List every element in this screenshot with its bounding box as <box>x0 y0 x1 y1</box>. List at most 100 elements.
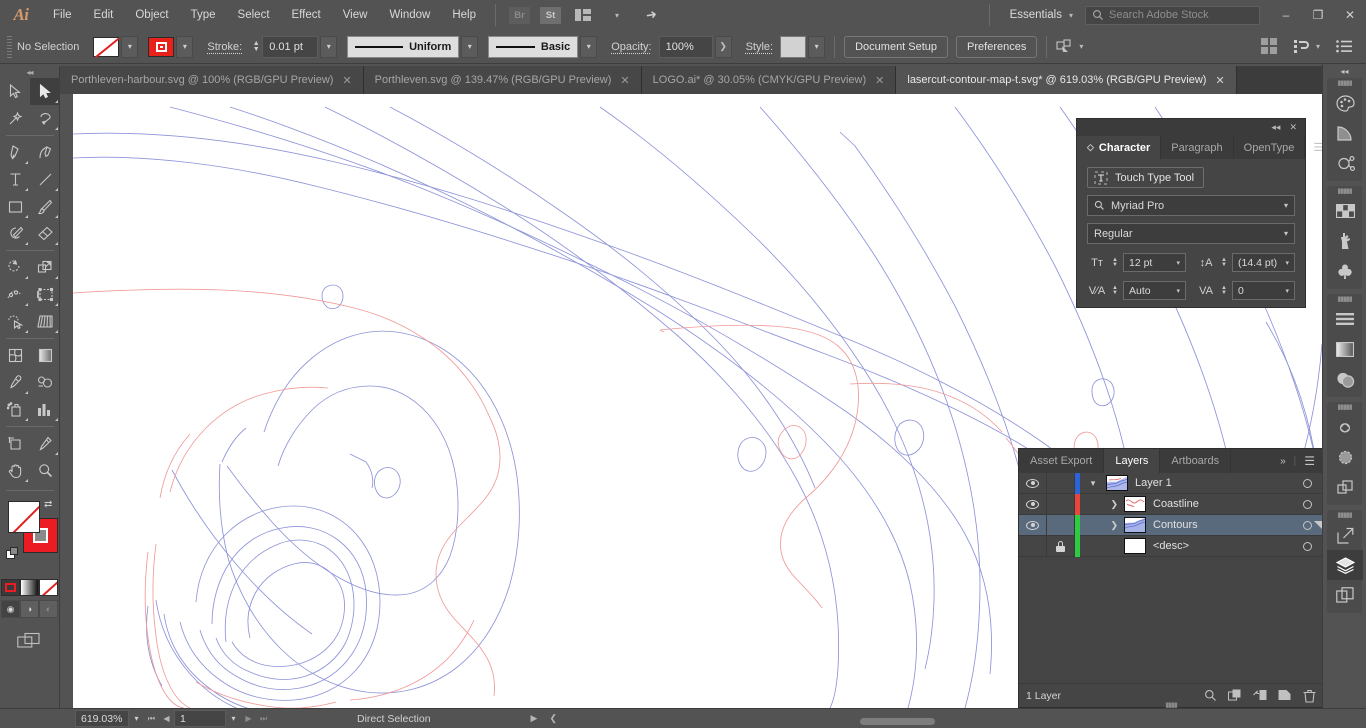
opacity-input[interactable]: 100% <box>658 35 713 58</box>
close-icon[interactable]: ✕ <box>1215 74 1224 87</box>
touch-type-tool-button[interactable]: Touch Type Tool <box>1087 167 1205 188</box>
zoom-level-input[interactable]: 619.03% <box>75 710 129 727</box>
line-segment-tool[interactable] <box>30 166 60 193</box>
magic-wand-tool[interactable] <box>0 105 30 132</box>
stroke-profile-dropdown[interactable]: ▾ <box>461 35 479 58</box>
document-tab-active[interactable]: lasercut-contour-map-t.svg* @ 619.03% (R… <box>896 66 1237 94</box>
shape-builder-tool[interactable] <box>0 308 30 335</box>
stroke-swatch[interactable] <box>148 36 175 57</box>
horizontal-scroll-thumb[interactable] <box>860 718 935 725</box>
none-mode[interactable] <box>39 579 58 596</box>
brush-definition-dropdown[interactable]: ▾ <box>580 35 598 58</box>
width-tool[interactable] <box>0 281 30 308</box>
status-menu-icon[interactable]: ▶ <box>531 713 538 724</box>
leading-input[interactable]: (14.4 pt) ▾ <box>1232 253 1295 272</box>
layer-lock-toggle[interactable] <box>1047 514 1075 536</box>
pen-tool[interactable] <box>0 139 30 166</box>
menu-view[interactable]: View <box>332 0 379 30</box>
lasso-tool[interactable] <box>30 105 60 132</box>
artboard-tool[interactable] <box>0 430 30 457</box>
rail-group-grip[interactable]: ▮▮▮▮▮ <box>1327 294 1362 304</box>
type-tool[interactable] <box>0 166 30 193</box>
color-guide-icon[interactable] <box>1327 118 1363 148</box>
artboards-panel-icon[interactable] <box>1327 580 1363 610</box>
table-row[interactable]: ▾ Layer 1 <box>1019 472 1323 494</box>
font-size-input[interactable]: 12 pt ▾ <box>1123 253 1186 272</box>
layer-target-indicator[interactable] <box>1291 478 1323 488</box>
create-new-layer-icon[interactable] <box>1278 689 1292 702</box>
delete-selection-icon[interactable] <box>1303 689 1316 703</box>
tab-opentype[interactable]: OpenType <box>1233 136 1306 159</box>
restore-button[interactable]: ❐ <box>1302 0 1334 30</box>
first-artboard-icon[interactable]: ⏮ <box>144 714 159 724</box>
graphic-style-dropdown[interactable]: ▾ <box>808 35 826 58</box>
layer-visibility-toggle[interactable] <box>1019 472 1047 494</box>
expand-panels-icon[interactable]: » <box>1280 456 1286 467</box>
chevron-down-icon[interactable]: ▾ <box>605 5 629 25</box>
layer-disclosure-twisty[interactable]: ❯ <box>1080 499 1124 510</box>
asset-export-icon[interactable] <box>1327 520 1363 550</box>
color-panel-icon[interactable] <box>1327 88 1363 118</box>
tab-artboards[interactable]: Artboards <box>1160 449 1232 473</box>
eyedropper-tool[interactable] <box>0 369 30 396</box>
collapse-icon[interactable]: ◂◂ <box>1271 122 1280 133</box>
tracking-stepper[interactable]: ▲ ▼ <box>1219 285 1229 296</box>
table-row-selected[interactable]: ❯ Contours <box>1019 514 1323 536</box>
brushes-panel-icon[interactable] <box>1327 226 1363 256</box>
zoom-tool[interactable] <box>30 457 60 484</box>
toolbar-collapse-handle[interactable]: ◂◂ <box>0 66 59 78</box>
layer-disclosure-twisty[interactable]: ❯ <box>1080 520 1124 531</box>
document-tab[interactable]: Porthleven-harbour.svg @ 100% (RGB/GPU P… <box>60 66 364 94</box>
shaper-tool[interactable] <box>0 220 30 247</box>
tab-character[interactable]: ◇ Character <box>1077 136 1162 159</box>
layer-lock-toggle[interactable] <box>1047 493 1075 515</box>
fill-swatch[interactable] <box>93 36 120 58</box>
layer-target-indicator[interactable] <box>1291 541 1323 551</box>
gradient-mode[interactable] <box>20 579 39 596</box>
bridge-icon[interactable]: Br <box>509 6 530 24</box>
appearance-panel-icon[interactable] <box>1327 442 1363 472</box>
tab-asset-export[interactable]: Asset Export <box>1019 449 1105 473</box>
stroke-weight-input[interactable]: 0.01 pt <box>262 35 319 58</box>
selection-tool[interactable] <box>0 78 30 105</box>
swatches-panel-icon[interactable] <box>1327 196 1363 226</box>
artboard-dropdown[interactable]: ▾ <box>226 710 241 727</box>
menu-effect[interactable]: Effect <box>281 0 332 30</box>
transparency-panel-icon[interactable] <box>1327 364 1363 394</box>
rail-group-grip[interactable]: ▮▮▮▮▮ <box>1327 402 1362 412</box>
libraries-panel-icon[interactable] <box>1327 412 1363 442</box>
rail-group-grip[interactable]: ▮▮▮▮▮ <box>1327 78 1362 88</box>
stroke-weight-dropdown[interactable]: ▾ <box>320 35 338 58</box>
workspace-switcher[interactable]: Essentials ▾ <box>998 9 1085 21</box>
free-transform-tool[interactable] <box>30 281 60 308</box>
symbols-panel-icon[interactable] <box>1327 256 1363 286</box>
fill-dropdown[interactable]: ▾ <box>121 35 139 58</box>
swap-fill-stroke-icon[interactable]: ⇄ <box>44 499 52 510</box>
status-resize-icon[interactable]: ❮ <box>549 713 557 724</box>
menu-type[interactable]: Type <box>180 0 227 30</box>
direct-selection-tool[interactable] <box>30 78 60 105</box>
arrange-documents-icon[interactable] <box>571 5 595 25</box>
align-icon[interactable] <box>1260 38 1278 55</box>
layer-visibility-toggle[interactable] <box>1019 493 1047 515</box>
default-fill-stroke-icon[interactable] <box>6 547 19 560</box>
menu-help[interactable]: Help <box>441 0 487 30</box>
layer-disclosure-twisty[interactable]: ▾ <box>1080 478 1106 489</box>
layer-lock-toggle[interactable] <box>1047 535 1075 557</box>
rail-group-grip[interactable]: ▮▮▮▮▮ <box>1327 510 1362 520</box>
eraser-tool[interactable] <box>30 220 60 247</box>
stock-icon[interactable]: St <box>540 6 561 24</box>
document-tab[interactable]: LOGO.ai* @ 30.05% (CMYK/GPU Preview) ✕ <box>641 66 897 94</box>
document-tab[interactable]: Porthleven.svg @ 139.47% (RGB/GPU Previe… <box>363 66 642 94</box>
next-artboard-icon[interactable]: ▶ <box>241 714 256 723</box>
font-style-select[interactable]: Regular ▾ <box>1087 223 1295 244</box>
layer-name[interactable]: <desc> <box>1153 540 1291 552</box>
locate-object-icon[interactable] <box>1204 689 1217 702</box>
brush-definition-select[interactable]: Basic <box>488 35 579 58</box>
kerning-input[interactable]: Auto ▾ <box>1123 281 1186 300</box>
control-bar-gripper[interactable] <box>4 35 13 59</box>
menu-object[interactable]: Object <box>124 0 179 30</box>
menu-window[interactable]: Window <box>378 0 441 30</box>
layer-name[interactable]: Layer 1 <box>1135 477 1291 489</box>
rocket-icon[interactable]: ➜ <box>639 5 663 25</box>
